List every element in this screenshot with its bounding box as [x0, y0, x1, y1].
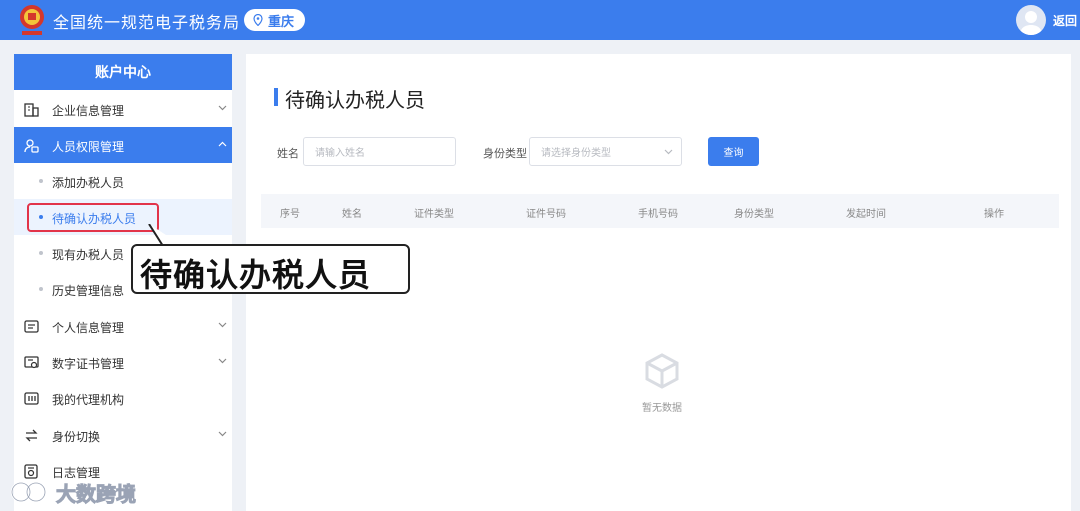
- chevron-down-icon: [218, 322, 227, 328]
- bullet-dot: [39, 251, 43, 255]
- identity-type-select[interactable]: 请选择身份类型: [529, 137, 682, 166]
- id-card-icon: [24, 320, 39, 333]
- chevron-up-icon: [218, 141, 227, 147]
- chevron-down-icon: [664, 149, 673, 155]
- sidebar-item-personnel-permission[interactable]: 人员权限管理: [14, 127, 232, 163]
- column-header-id-number[interactable]: 证件号码: [526, 205, 566, 220]
- watermark-text: 大数跨境: [56, 481, 137, 506]
- watermark-logo-icon: [10, 481, 47, 503]
- column-header-start-time[interactable]: 发起时间: [846, 205, 886, 220]
- bullet-dot: [39, 287, 43, 291]
- name-input[interactable]: 请输入姓名: [303, 137, 456, 166]
- user-avatar[interactable]: [1016, 5, 1046, 35]
- user-icon: [1020, 11, 1042, 35]
- building-icon: [24, 103, 39, 117]
- top-header: 全国统一规范电子税务局 重庆 返回: [0, 0, 1080, 40]
- sidebar-item-digital-certificate[interactable]: 数字证书管理: [14, 344, 232, 380]
- bullet-dot: [39, 179, 43, 183]
- column-header-phone[interactable]: 手机号码: [638, 205, 678, 220]
- sidebar-subitem-label: 历史管理信息: [52, 284, 125, 298]
- empty-box-icon: [645, 353, 679, 389]
- empty-state-text: 暂无数据: [642, 403, 682, 414]
- person-key-icon: [24, 139, 39, 153]
- sidebar-subitem-label: 现有办税人员: [52, 248, 125, 262]
- title-accent-bar: [274, 88, 278, 106]
- identity-type-label: 身份类型: [483, 147, 527, 160]
- agency-icon: [24, 392, 39, 405]
- column-header-action[interactable]: 操作: [984, 205, 1004, 220]
- chevron-down-icon: [218, 358, 227, 364]
- sidebar-item-label: 人员权限管理: [52, 140, 125, 154]
- sidebar-item-label: 企业信息管理: [52, 104, 125, 118]
- column-header-name[interactable]: 姓名: [342, 205, 362, 220]
- region-name: 重庆: [268, 14, 295, 30]
- chevron-down-icon: [218, 431, 227, 437]
- sidebar-item-label: 个人信息管理: [52, 321, 125, 335]
- back-link[interactable]: 返回: [1053, 12, 1077, 29]
- watermark: 大数跨境: [8, 478, 137, 506]
- sidebar-item-agency[interactable]: 我的代理机构: [14, 380, 232, 416]
- sidebar-subitem-label: 添加办税人员: [52, 176, 125, 190]
- sidebar-item-personal-info[interactable]: 个人信息管理: [14, 308, 232, 344]
- site-title: 全国统一规范电子税务局: [53, 13, 241, 32]
- switch-icon: [25, 429, 38, 442]
- query-button[interactable]: 查询: [708, 137, 759, 166]
- sidebar-item-identity-switch[interactable]: 身份切换: [14, 417, 232, 453]
- column-header-identity-type[interactable]: 身份类型: [734, 205, 774, 220]
- page-title: 待确认办税人员: [285, 88, 425, 112]
- name-input-placeholder: 请输入姓名: [315, 148, 365, 159]
- sidebar-item-label: 数字证书管理: [52, 357, 125, 371]
- identity-type-placeholder: 请选择身份类型: [541, 148, 611, 159]
- certificate-icon: [24, 356, 39, 369]
- sidebar-item-enterprise-info[interactable]: 企业信息管理: [14, 91, 232, 127]
- name-label: 姓名: [277, 147, 299, 160]
- region-selector[interactable]: 重庆: [244, 9, 305, 31]
- highlight-frame: [27, 203, 159, 232]
- tax-emblem-icon: [20, 5, 44, 35]
- column-header-id-type[interactable]: 证件类型: [414, 205, 454, 220]
- location-pin-icon: [253, 14, 263, 26]
- sidebar-title: 账户中心: [14, 54, 232, 90]
- callout-text: 待确认办税人员: [140, 256, 372, 294]
- column-header-index[interactable]: 序号: [280, 205, 300, 220]
- chevron-down-icon: [218, 105, 227, 111]
- sidebar-item-label: 身份切换: [52, 430, 101, 444]
- sidebar-item-label: 我的代理机构: [52, 393, 125, 407]
- sidebar-subitem-add-personnel[interactable]: 添加办税人员: [14, 163, 232, 199]
